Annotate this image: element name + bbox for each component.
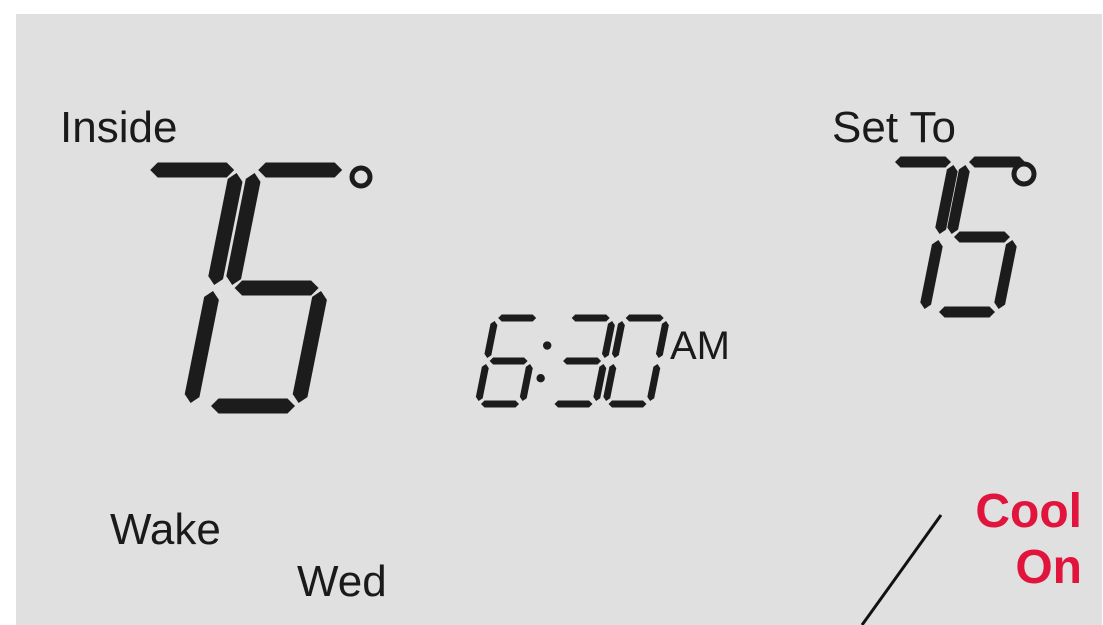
status-line-1: Cool bbox=[975, 485, 1082, 538]
cool-on-status: Cool On bbox=[930, 484, 1082, 596]
status-line-2: On bbox=[1015, 541, 1082, 594]
